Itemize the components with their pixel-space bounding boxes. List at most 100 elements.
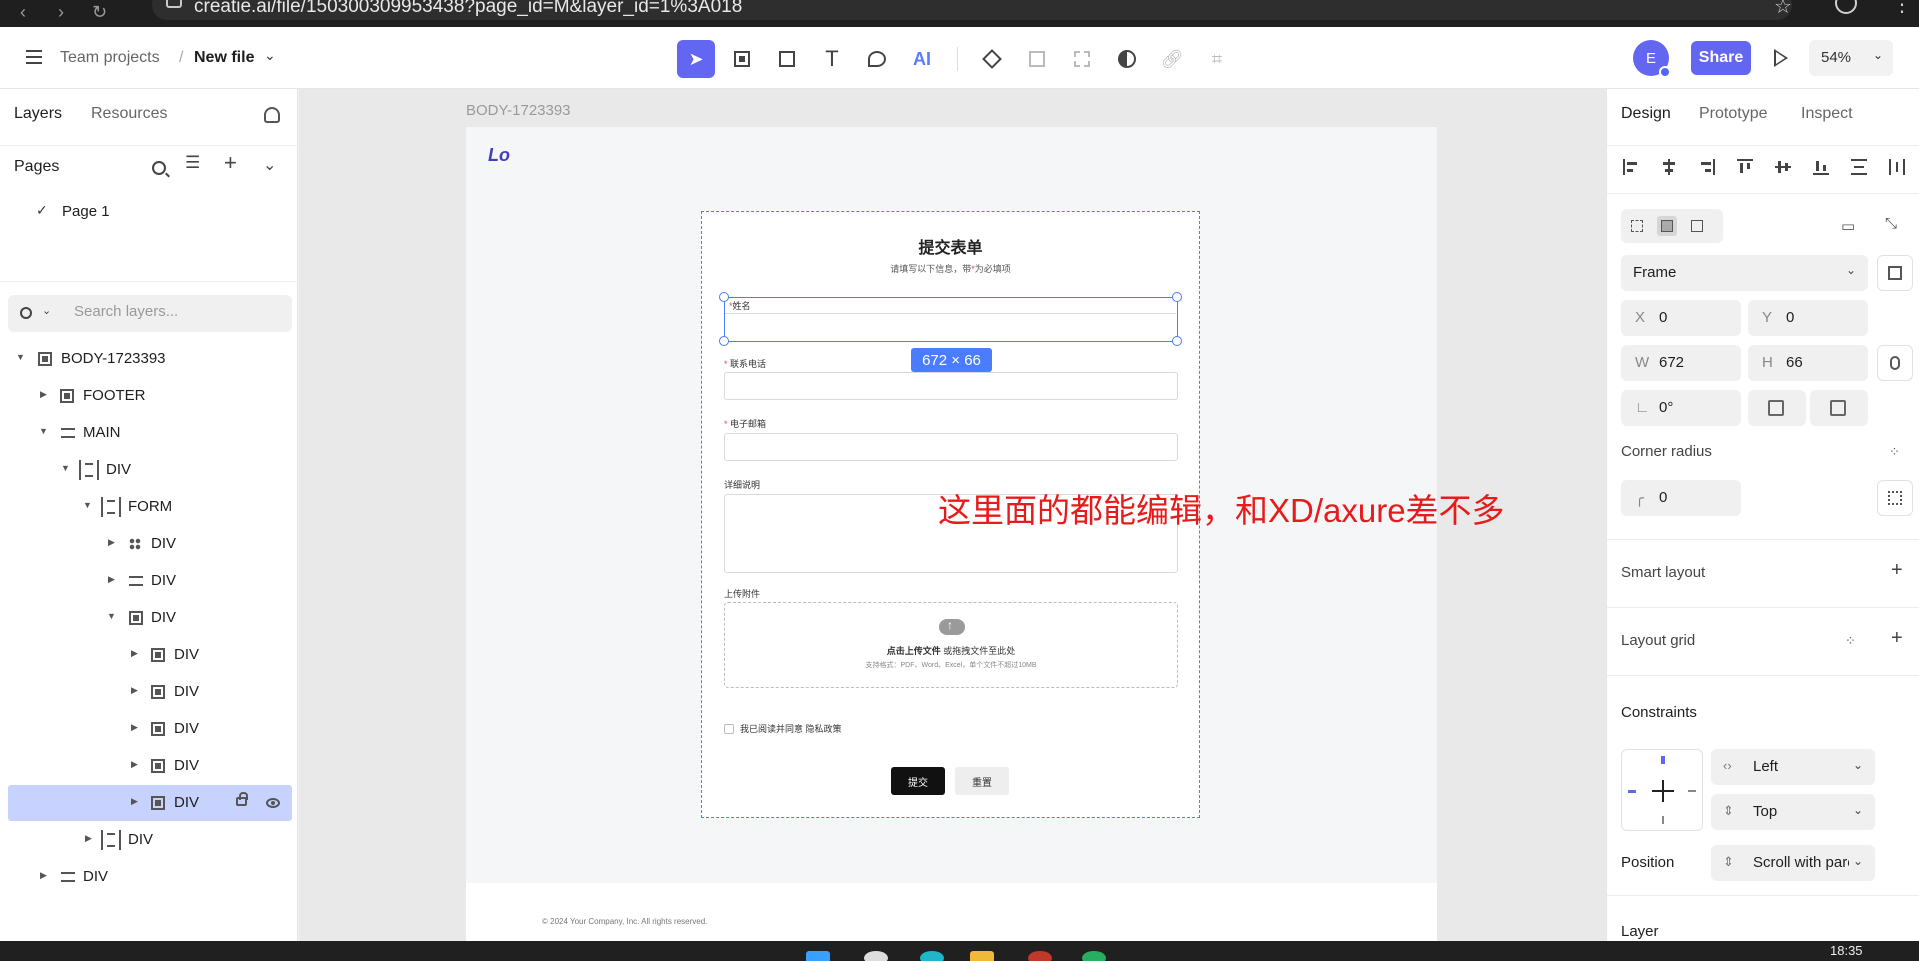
- crop-tool-button[interactable]: ⌗: [1198, 40, 1236, 78]
- resize-handle[interactable]: [719, 292, 729, 302]
- align-right-icon[interactable]: [1699, 159, 1715, 175]
- name-field-selected[interactable]: *姓名: [719, 292, 1182, 346]
- reload-icon[interactable]: ↻: [92, 2, 107, 23]
- boolean-tool-button[interactable]: [1018, 40, 1056, 78]
- align-left-icon[interactable]: [1623, 159, 1639, 175]
- caret-right-icon[interactable]: ▶: [85, 833, 92, 844]
- layer-row[interactable]: ▶ DIV: [8, 711, 292, 747]
- url-bar[interactable]: creatie.ai/file/150300309953438?page_id=…: [152, 0, 1792, 20]
- layer-row[interactable]: ▼ BODY-1723393: [8, 341, 292, 377]
- add-layout-grid-icon[interactable]: +: [1891, 627, 1903, 650]
- width-field[interactable]: W 672: [1621, 345, 1741, 381]
- browser-icon[interactable]: [920, 951, 944, 961]
- library-icon[interactable]: [264, 107, 280, 123]
- lock-icon[interactable]: [236, 792, 248, 806]
- share-button[interactable]: Share: [1691, 41, 1751, 75]
- layer-row[interactable]: ▼ MAIN: [8, 415, 292, 451]
- flip-horizontal-button[interactable]: [1748, 390, 1806, 426]
- vertical-constraint-select[interactable]: ⇕ Top ⌄: [1711, 794, 1875, 830]
- browser-menu-icon[interactable]: ⋮: [1892, 0, 1912, 17]
- eye-icon[interactable]: [266, 798, 280, 808]
- submit-button[interactable]: 提交: [891, 767, 945, 795]
- upload-link[interactable]: 点击上传文件: [887, 646, 941, 656]
- independent-corners-icon[interactable]: ⁘: [1889, 444, 1900, 460]
- move-tool-button[interactable]: ➤: [677, 40, 715, 78]
- caret-right-icon[interactable]: ▶: [108, 574, 115, 585]
- layer-row[interactable]: ▶ DIV: [8, 526, 292, 562]
- text-tool-button[interactable]: T: [813, 40, 851, 78]
- caret-right-icon[interactable]: ▶: [40, 870, 47, 881]
- rectangle-tool-button[interactable]: [768, 40, 806, 78]
- body-frame[interactable]: Lo 提交表单 请填写以下信息，带*为必填项 *姓名 672 × 66 * 联系…: [466, 127, 1437, 941]
- corner-radius-field[interactable]: ╭ 0: [1621, 480, 1741, 516]
- flatten-tool-button[interactable]: [1063, 40, 1101, 78]
- height-field[interactable]: H 66: [1748, 345, 1868, 381]
- layer-row[interactable]: ▼ DIV: [8, 600, 292, 636]
- canvas[interactable]: BODY-1723393 Lo 提交表单 请填写以下信息，带*为必填项 *姓名 …: [299, 89, 1606, 941]
- align-center-h-icon[interactable]: [1661, 159, 1677, 175]
- distribute-vertical-icon[interactable]: [1851, 159, 1867, 175]
- caret-down-icon[interactable]: ▼: [61, 463, 70, 473]
- mask-tool-button[interactable]: [1108, 40, 1146, 78]
- fit-content-button[interactable]: [1877, 255, 1913, 291]
- horizontal-constraint-select[interactable]: ‹› Left ⌄: [1711, 749, 1875, 785]
- constraint-bottom[interactable]: [1662, 816, 1664, 824]
- back-icon[interactable]: ‹: [20, 2, 26, 23]
- add-smart-layout-icon[interactable]: +: [1891, 559, 1903, 582]
- chevron-down-icon[interactable]: ⌄: [263, 155, 276, 175]
- constraint-left[interactable]: [1628, 790, 1636, 793]
- main-menu-icon[interactable]: [26, 50, 42, 64]
- align-bottom-icon[interactable]: [1813, 159, 1829, 175]
- layer-row[interactable]: ▶ DIV: [8, 563, 292, 599]
- component-tool-button[interactable]: [973, 40, 1011, 78]
- search-icon[interactable]: [152, 161, 166, 175]
- layer-row-selected[interactable]: ▶ DIV: [8, 785, 292, 821]
- caret-right-icon[interactable]: ▶: [131, 759, 138, 770]
- reset-button[interactable]: 重置: [955, 767, 1009, 795]
- constraint-center-v[interactable]: [1662, 780, 1664, 802]
- comment-tool-button[interactable]: [858, 40, 896, 78]
- align-top-icon[interactable]: [1737, 159, 1753, 175]
- caret-right-icon[interactable]: ▶: [131, 685, 138, 696]
- frame-option[interactable]: [1657, 216, 1677, 236]
- layer-row[interactable]: ▼ FORM: [8, 489, 292, 525]
- zoom-select[interactable]: 54% ⌄: [1809, 40, 1893, 76]
- frame-label[interactable]: BODY-1723393: [466, 102, 571, 119]
- caret-right-icon[interactable]: ▶: [131, 796, 138, 807]
- rotation-field[interactable]: ∟ 0°: [1621, 390, 1741, 426]
- resize-handle[interactable]: [719, 336, 729, 346]
- forward-icon[interactable]: ›: [58, 2, 64, 23]
- constraint-right[interactable]: [1688, 790, 1696, 792]
- site-info-icon[interactable]: [166, 0, 182, 8]
- layer-row[interactable]: ▼ DIV: [8, 452, 292, 488]
- footer-band[interactable]: [466, 883, 1437, 941]
- name-input[interactable]: [725, 313, 1176, 341]
- caret-right-icon[interactable]: ▶: [131, 722, 138, 733]
- email-input[interactable]: [724, 433, 1178, 461]
- caret-right-icon[interactable]: ▶: [108, 537, 115, 548]
- section-option[interactable]: [1687, 216, 1707, 236]
- folder-icon[interactable]: [970, 951, 994, 961]
- tab-inspect[interactable]: Inspect: [1801, 105, 1853, 123]
- tab-resources[interactable]: Resources: [91, 105, 167, 123]
- layer-row[interactable]: ▶ DIV: [8, 822, 292, 858]
- caret-down-icon[interactable]: ▼: [107, 611, 116, 621]
- layer-row[interactable]: ▶ DIV: [8, 637, 292, 673]
- layer-search[interactable]: ⌄: [8, 295, 292, 332]
- grid-styles-icon[interactable]: ⁘: [1845, 633, 1856, 649]
- chevron-down-icon[interactable]: ⌄: [264, 47, 276, 64]
- page-item-page-1[interactable]: Page 1: [62, 203, 110, 220]
- layer-row[interactable]: ▶ DIV: [8, 859, 292, 895]
- tab-layers[interactable]: Layers: [14, 105, 62, 123]
- caret-right-icon[interactable]: ▶: [40, 389, 47, 400]
- add-page-icon[interactable]: +: [224, 150, 237, 176]
- phone-input[interactable]: [724, 372, 1178, 400]
- clip-off-option[interactable]: [1627, 216, 1647, 236]
- constraints-widget[interactable]: [1621, 749, 1703, 831]
- device-icon[interactable]: ▭: [1841, 217, 1855, 235]
- layer-row[interactable]: ▶ DIV: [8, 748, 292, 784]
- layer-search-input[interactable]: [74, 303, 274, 320]
- expand-corners-button[interactable]: [1877, 480, 1913, 516]
- resize-handle[interactable]: [1172, 292, 1182, 302]
- start-icon[interactable]: [806, 951, 830, 961]
